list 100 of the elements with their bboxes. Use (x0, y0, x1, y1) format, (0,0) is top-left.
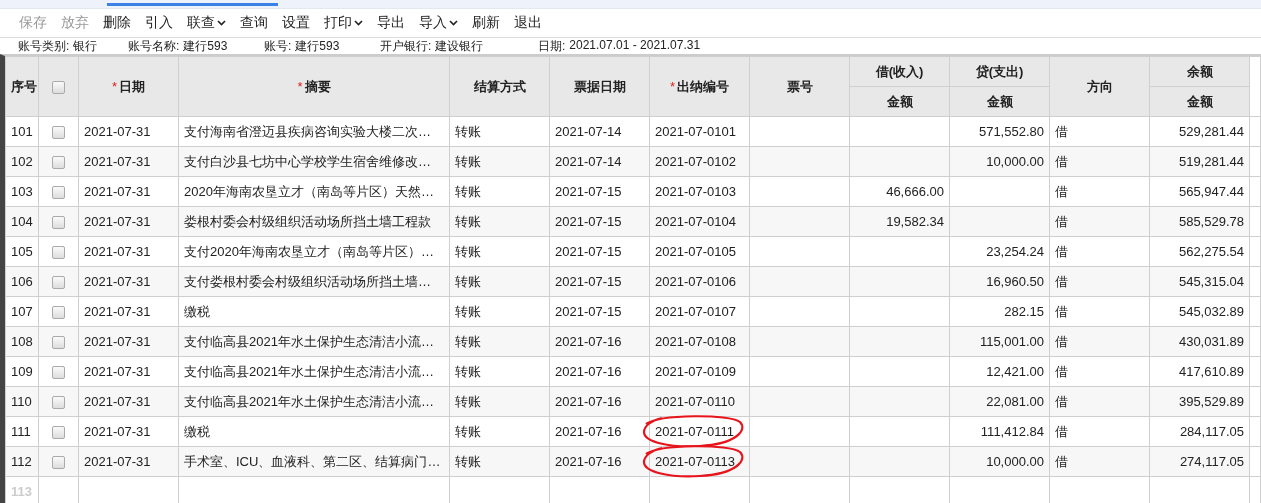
table-cell: 2021-07-0109 (655, 364, 736, 379)
column-header: 贷(支出) (949, 56, 1050, 87)
column-header: 票号 (786, 78, 813, 94)
table-cell: 借 (1055, 303, 1068, 319)
info-label: 日期: (538, 37, 566, 55)
row-checkbox[interactable] (52, 336, 65, 350)
table-cell: 545,032.89 (1178, 304, 1244, 319)
table-cell: 2021-07-0105 (655, 244, 736, 259)
table-cell: 转账 (455, 243, 481, 259)
table-cell: 借 (1055, 453, 1068, 469)
table-cell: 转账 (455, 393, 481, 409)
table-cell: 借 (1055, 393, 1068, 409)
column-header: 余额 (1149, 56, 1250, 87)
table-cell: 借 (1055, 363, 1068, 379)
table-cell: 转账 (455, 123, 481, 139)
toolbar-button[interactable]: 引入 (138, 14, 180, 32)
toolbar-button[interactable]: 导入 (412, 14, 465, 32)
table-cell: 23,254.24 (986, 244, 1044, 259)
table-cell: 430,031.89 (1178, 334, 1244, 349)
table-cell: 2021-07-0104 (655, 214, 736, 229)
toolbar-button[interactable]: 联查 (180, 14, 233, 32)
table-cell: 转账 (455, 273, 481, 289)
caret-down-icon (354, 20, 363, 26)
toolbar-button[interactable]: 刷新 (465, 14, 507, 32)
table-cell: 2021-07-0107 (655, 304, 736, 319)
table-cell: 2021-07-31 (84, 334, 151, 349)
table-cell: 417,610.89 (1178, 364, 1244, 379)
column-header: 金额 (949, 86, 1050, 117)
toolbar-button[interactable]: 删除 (96, 14, 138, 32)
row-checkbox[interactable] (52, 216, 65, 230)
table-cell: 借 (1055, 153, 1068, 169)
table-cell: 2021-07-16 (555, 424, 622, 439)
toolbar-button[interactable]: 打印 (317, 14, 370, 32)
info-label: 账号类别: (18, 37, 70, 55)
table-cell: 12,421.00 (986, 364, 1044, 379)
table-cell: 2021-07-31 (84, 364, 151, 379)
table-cell: 支付海南省澄迈县疾病咨询实验大楼二次… (184, 123, 431, 139)
table-cell: 2021-07-31 (84, 274, 151, 289)
row-number: 112 (11, 454, 32, 469)
required-asterisk: * (111, 78, 118, 94)
caret-down-icon (449, 20, 458, 26)
info-value: 2021.07.01 - 2021.07.31 (569, 37, 701, 54)
row-number: 103 (11, 184, 33, 199)
table-cell: 支付临高县2021年水土保护生态清洁小流… (184, 333, 434, 349)
table-cell: 转账 (455, 363, 481, 379)
row-number: 111 (11, 424, 31, 439)
table-cell: 借 (1055, 213, 1068, 229)
table-cell: 2021-07-16 (555, 394, 622, 409)
row-checkbox[interactable] (52, 276, 65, 290)
table-cell: 2021-07-14 (555, 124, 622, 139)
table-cell: 2021-07-31 (84, 454, 151, 469)
table-cell: 娄根村委会村级组织活动场所挡土墙工程款 (184, 213, 431, 229)
table-cell: 转账 (455, 183, 481, 199)
column-header: 借(收入) (849, 56, 950, 87)
column-header: 金额 (1149, 86, 1250, 117)
table-cell: 支付娄根村委会村级组织活动场所挡土墙… (184, 273, 431, 289)
row-number: 104 (11, 214, 33, 229)
table-cell: 2021-07-31 (84, 154, 151, 169)
table-cell: 282.15 (1004, 304, 1044, 319)
table-cell: 支付临高县2021年水土保护生态清洁小流… (184, 393, 434, 409)
row-number: 110 (11, 394, 32, 409)
toolbar-button[interactable]: 查询 (233, 14, 275, 32)
table-cell: 2021-07-15 (555, 184, 622, 199)
toolbar-button[interactable]: 退出 (507, 14, 549, 32)
row-checkbox[interactable] (52, 186, 65, 200)
row-number: 107 (11, 304, 33, 319)
table-cell: 2021-07-15 (555, 304, 622, 319)
select-all-checkbox[interactable] (52, 81, 65, 95)
table-cell: 借 (1055, 123, 1068, 139)
table-cell: 585,529.78 (1178, 214, 1244, 229)
table-cell: 395,529.89 (1178, 394, 1244, 409)
row-checkbox[interactable] (52, 126, 65, 140)
table-cell: 转账 (455, 213, 481, 229)
row-checkbox[interactable] (52, 426, 65, 440)
table-cell: 2021-07-31 (84, 394, 151, 409)
row-checkbox[interactable] (52, 396, 65, 410)
row-checkbox[interactable] (52, 246, 65, 260)
table-cell: 借 (1055, 333, 1068, 349)
row-checkbox[interactable] (52, 456, 65, 470)
table-cell: 手术室、ICU、血液科、第二区、结算病门… (184, 453, 441, 469)
column-header: 序号 (11, 78, 37, 94)
table-cell: 借 (1055, 183, 1068, 199)
table-cell: 2021-07-0102 (655, 154, 736, 169)
toolbar-button[interactable]: 设置 (275, 14, 317, 32)
column-header: 票据日期 (573, 78, 626, 94)
row-number: 102 (11, 154, 33, 169)
row-checkbox[interactable] (52, 306, 65, 320)
table-cell: 2021-07-14 (555, 154, 622, 169)
table-cell: 565,947.44 (1178, 184, 1244, 199)
info-label: 账号名称: (128, 37, 180, 55)
table-cell: 571,552.80 (978, 124, 1044, 139)
caret-down-icon (217, 20, 226, 26)
row-checkbox[interactable] (52, 366, 65, 380)
column-header: 方向 (1086, 78, 1113, 94)
row-checkbox[interactable] (52, 156, 65, 170)
row-number: 109 (11, 364, 33, 379)
table-cell: 2021-07-31 (84, 124, 151, 139)
table-cell: 2021-07-15 (555, 274, 622, 289)
toolbar-button[interactable]: 导出 (370, 14, 412, 32)
table-cell: 16,960.50 (986, 274, 1044, 289)
